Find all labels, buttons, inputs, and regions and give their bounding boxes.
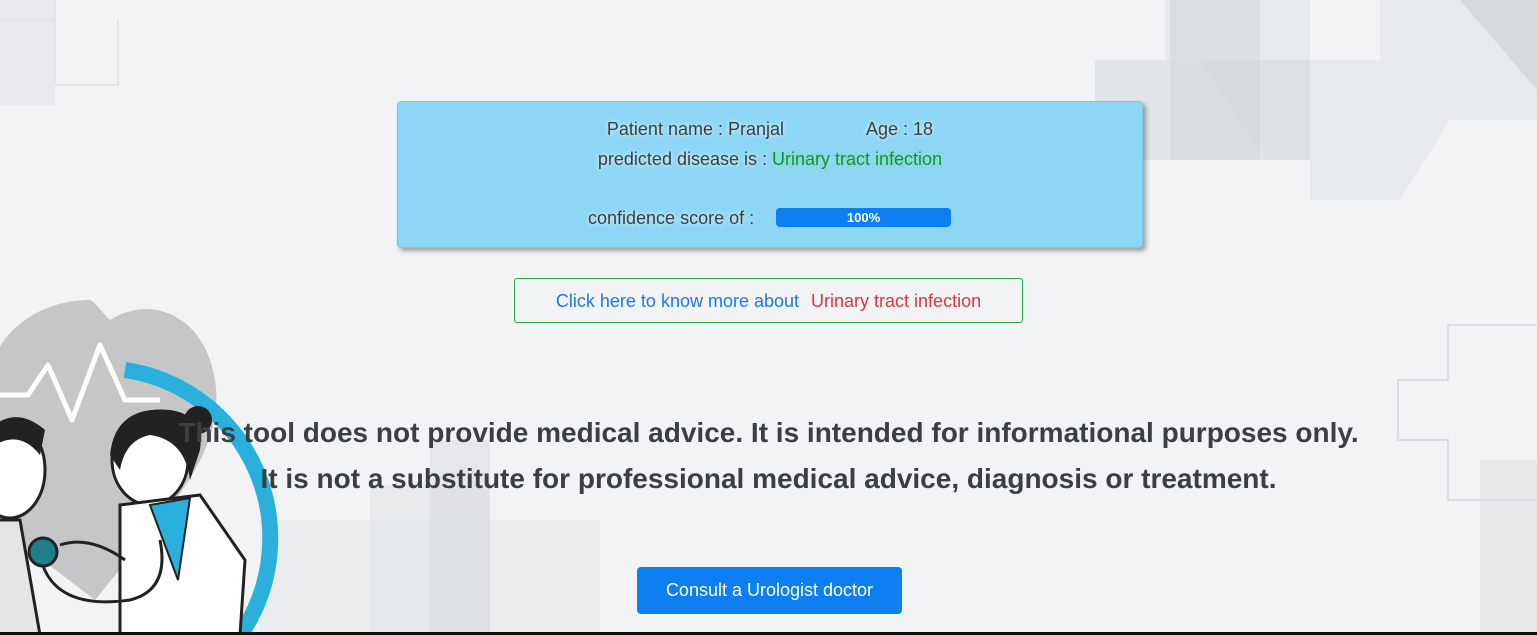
confidence-progress: 100%: [776, 208, 951, 227]
learn-more-topic: Urinary tract infection: [811, 291, 982, 311]
prediction-row: predicted disease is : Urinary tract inf…: [398, 149, 1142, 170]
confidence-progress-bar: 100%: [776, 208, 951, 227]
patient-info-row: Patient name : Pranjal Age : 18: [398, 119, 1142, 140]
disclaimer-line-1: This tool does not provide medical advic…: [178, 417, 1359, 448]
patient-age: Age : 18: [866, 119, 934, 139]
predicted-disease: Urinary tract infection: [772, 149, 943, 169]
consult-urologist-button[interactable]: Consult a Urologist doctor: [637, 567, 902, 614]
disclaimer-line-2: It is not a substitute for professional …: [260, 463, 1277, 494]
learn-more-button[interactable]: Click here to know more about Urinary tra…: [514, 278, 1023, 323]
learn-more-lead: Click here to know more about: [555, 291, 800, 311]
confidence-label: confidence score of :: [588, 208, 755, 228]
cross-shapes-top-right: [1095, 0, 1537, 200]
cross-shape-top-left: [0, 0, 55, 105]
patient-name: Patient name : Pranjal: [606, 119, 785, 139]
prediction-result-card: Patient name : Pranjal Age : 18 predicted…: [397, 101, 1143, 248]
prediction-prefix: predicted disease is :: [597, 149, 767, 169]
